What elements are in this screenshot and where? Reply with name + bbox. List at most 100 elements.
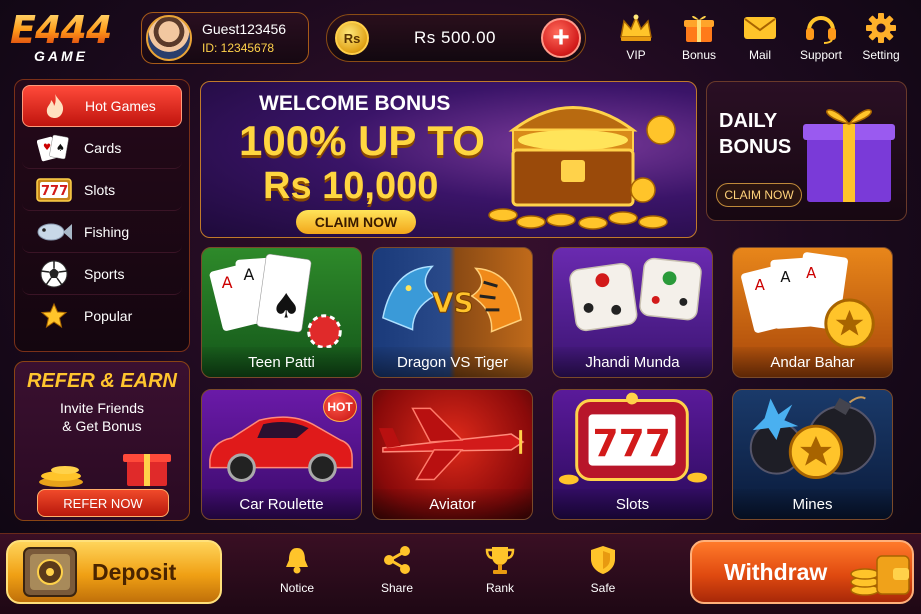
svg-text:♠: ♠: [56, 143, 65, 154]
playing-cards-icon: ♥ ♠: [37, 134, 69, 161]
sidebar-item-fishing[interactable]: Fishing: [22, 211, 182, 253]
banner-amount: Rs 10,000: [263, 165, 439, 207]
sidebar-item-hot-games[interactable]: Hot Games: [22, 85, 182, 127]
banner-percent: 100% UP TO: [239, 117, 485, 164]
flame-icon: [46, 94, 64, 118]
coins-gift-icon: [39, 454, 171, 487]
game-title: Slots: [553, 489, 712, 519]
svg-text:A: A: [222, 273, 233, 292]
refer-subtitle: Invite Friends & Get Bonus: [15, 399, 189, 435]
bonus-button[interactable]: Bonus: [669, 10, 729, 70]
svg-text:♥: ♥: [43, 143, 51, 153]
trophy-icon: [485, 547, 515, 574]
wallet-balance: Rs Rs 500.00 +: [326, 14, 586, 62]
rupee-coin-icon: Rs: [335, 21, 369, 55]
deposit-button[interactable]: Deposit: [6, 540, 222, 604]
svg-text:A: A: [243, 265, 254, 284]
playing-cards-icon: A A ♠: [209, 253, 342, 348]
refer-title: REFER & EARN: [26, 370, 177, 392]
mail-icon: [744, 17, 776, 39]
sidebar-item-label: Fishing: [84, 223, 130, 240]
sidebar-item-label: Popular: [84, 308, 133, 324]
nav-notice[interactable]: Notice: [262, 543, 332, 603]
daily-bonus-line-2: BONUS: [719, 136, 792, 158]
shield-icon: [591, 546, 615, 574]
sidebar-item-slots[interactable]: 777 Slots: [22, 169, 182, 211]
share-label: Share: [380, 581, 414, 595]
nav-safe[interactable]: Safe: [568, 543, 638, 603]
sidebar-item-label: Hot Games: [85, 98, 156, 114]
support-button[interactable]: Support: [791, 10, 851, 70]
sidebar-item-cards[interactable]: ♥ ♠ Cards: [22, 127, 182, 169]
withdraw-button[interactable]: Withdraw: [690, 540, 914, 604]
setting-label: Setting: [862, 48, 900, 62]
banner-heading: WELCOME BONUS: [259, 92, 451, 115]
slot-777-icon: 777: [36, 177, 72, 202]
coins-wallet-icon: [850, 555, 911, 596]
daily-bonus-title: DAILY BONUS: [719, 108, 791, 160]
safe-label: Safe: [590, 581, 616, 595]
user-profile-card[interactable]: Guest123456 ID: 12345678: [141, 12, 309, 64]
game-card-dragon-vs-tiger[interactable]: VS Dragon VS Tiger: [372, 247, 533, 378]
sidebar-item-label: Sports: [84, 265, 125, 282]
welcome-bonus-banner[interactable]: WELCOME BONUS 100% UP TO Rs 10,000 CLAIM…: [200, 81, 697, 238]
game-title: Andar Bahar: [733, 347, 892, 377]
gear-icon: [866, 13, 896, 43]
game-card-slots[interactable]: 777 Slots: [552, 389, 713, 520]
daily-bonus-line-1: DAILY: [719, 110, 778, 132]
mail-label: Mail: [748, 48, 771, 62]
bell-icon: [286, 548, 308, 574]
bomb-icon: [749, 396, 877, 480]
app-logo: E444 GAME: [10, 10, 130, 70]
balance-amount: Rs 500.00: [414, 28, 496, 47]
treasure-chest-icon: [488, 106, 676, 230]
svg-text:A: A: [780, 269, 790, 286]
vip-label: VIP: [626, 48, 646, 62]
crown-icon: [620, 14, 652, 41]
refer-line-1: Invite Friends: [59, 400, 145, 416]
game-card-car-roulette[interactable]: HOT Car Roulette: [201, 389, 362, 520]
settings-button[interactable]: Setting: [851, 10, 911, 70]
game-card-teen-patti[interactable]: A A ♠ Teen Patti: [201, 247, 362, 378]
mail-button[interactable]: Mail: [730, 10, 790, 70]
game-title: Jhandi Munda: [553, 347, 712, 377]
gift-icon: [684, 15, 714, 42]
avatar[interactable]: [146, 15, 192, 61]
refer-line-2: & Get Bonus: [62, 418, 142, 434]
sidebar-item-label: Cards: [84, 139, 122, 156]
nav-rank[interactable]: Rank: [465, 543, 535, 603]
headset-icon: [806, 16, 836, 44]
logo-wordmark: E444: [10, 10, 130, 50]
game-title: Mines: [733, 489, 892, 519]
safe-vault-icon: [23, 547, 77, 597]
daily-bonus-banner[interactable]: DAILY BONUS CLAIM NOW: [706, 81, 907, 221]
vip-button[interactable]: VIP: [606, 10, 666, 70]
claim-daily-bonus-button[interactable]: CLAIM NOW: [716, 183, 802, 207]
soccer-ball-icon: [40, 260, 68, 287]
withdraw-label: Withdraw: [724, 558, 828, 585]
svg-text:777: 777: [41, 184, 68, 199]
nav-share[interactable]: Share: [362, 543, 432, 603]
refer-now-button[interactable]: REFER NOW: [37, 489, 169, 517]
notice-label: Notice: [279, 581, 314, 595]
playing-cards-icon: A A A: [741, 252, 875, 348]
hot-badge: HOT: [323, 392, 357, 422]
star-icon: [40, 302, 68, 329]
sidebar-item-popular[interactable]: Popular: [22, 295, 182, 337]
game-card-jhandi-munda[interactable]: Jhandi Munda: [552, 247, 713, 378]
claim-welcome-bonus-button[interactable]: CLAIM NOW: [296, 210, 416, 234]
add-funds-button[interactable]: +: [541, 18, 581, 58]
svg-text:777: 777: [593, 421, 671, 465]
svg-text:♠: ♠: [271, 287, 301, 326]
share-icon: [384, 546, 410, 574]
game-card-mines[interactable]: Mines: [732, 389, 893, 520]
game-card-aviator[interactable]: Aviator: [372, 389, 533, 520]
game-title: Dragon VS Tiger: [373, 347, 532, 377]
deposit-label: Deposit: [92, 558, 177, 585]
fish-icon: [37, 223, 72, 240]
rank-label: Rank: [485, 581, 514, 595]
dice-icon: [569, 257, 702, 332]
slot-machine-icon: 777: [558, 392, 708, 485]
sidebar-item-sports[interactable]: Sports: [22, 253, 182, 295]
game-card-andar-bahar[interactable]: A A A Andar Bahar: [732, 247, 893, 378]
